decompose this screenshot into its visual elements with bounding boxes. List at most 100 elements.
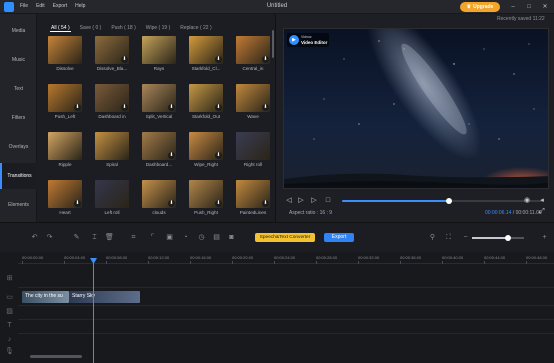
download-icon[interactable]: ⬇ [121, 56, 128, 63]
transition-thumbnail: ⬇ [189, 84, 223, 112]
transition-tile[interactable]: ⬇ clouds [142, 180, 176, 228]
transition-tile[interactable]: Dissolve [48, 36, 82, 84]
freeze-icon[interactable]: ▤ [212, 233, 221, 242]
library-tab[interactable]: Push ( 18 ) [110, 24, 136, 32]
transition-tile[interactable]: ⬇ Wipe_Right [189, 132, 223, 180]
zoom-slider-fill [472, 237, 509, 239]
record-voice-icon[interactable]: ◙ [227, 233, 236, 242]
transition-thumbnail: ⬇ [189, 180, 223, 208]
download-icon[interactable]: ⬇ [168, 152, 175, 159]
sidebar-item-transitions[interactable]: Transitions [0, 163, 37, 189]
transition-tile[interactable]: ⬇ Wave [236, 84, 270, 132]
transition-tile[interactable]: Left roll [95, 180, 129, 228]
crop-frame-icon[interactable]: ⌜ [148, 233, 157, 242]
library-tab[interactable]: Wipe ( 19 ) [145, 24, 171, 32]
mosaic-icon[interactable]: ▣ [165, 233, 174, 242]
video-clip[interactable]: The city in the su [22, 291, 69, 303]
fullscreen-icon[interactable]: ⤢ [538, 208, 546, 216]
duration-icon[interactable]: ◷ [197, 233, 206, 242]
download-icon[interactable]: ⬇ [215, 104, 222, 111]
download-icon[interactable]: ⬇ [121, 104, 128, 111]
timeline-scrollbar[interactable] [30, 355, 82, 358]
speech-text-converter-button[interactable]: Speech&Text Converter [255, 233, 315, 242]
play-icon[interactable]: ▷ [297, 197, 305, 205]
transition-tile[interactable]: ⬇ Split_Vertical [142, 84, 176, 132]
split-icon[interactable]: ⌶ [90, 233, 99, 242]
zoom-in-icon[interactable]: + [540, 233, 549, 242]
sidebar-item-elements[interactable]: Elements [0, 192, 37, 218]
transition-tile[interactable]: Rays [142, 36, 176, 84]
transition-tile[interactable]: ⬇ Starkfold_Cl... [189, 36, 223, 84]
playback-progress-knob[interactable] [446, 198, 453, 204]
transition-tile[interactable]: ⬇ Dissolve_Bla... [95, 36, 129, 84]
transition-thumbnail: ⬇ [236, 180, 270, 208]
volume-icon[interactable]: ◂ [538, 197, 546, 205]
sidebar-item-overlays[interactable]: Overlays [0, 134, 37, 160]
download-icon[interactable]: ⬇ [262, 56, 269, 63]
sidebar-item-label: Media [11, 28, 26, 34]
next-frame-icon[interactable]: ▷ [310, 197, 318, 205]
download-icon[interactable]: ⬇ [74, 200, 81, 207]
transition-tile[interactable]: ⬇ Push_Left [48, 84, 82, 132]
playhead-line[interactable] [93, 259, 94, 363]
sidebar-item-filters[interactable]: Filters [0, 105, 37, 131]
marker-icon[interactable]: ⚲ [428, 233, 437, 242]
download-icon[interactable]: ⬇ [262, 200, 269, 207]
undo-icon[interactable]: ↶ [30, 233, 39, 242]
crop-icon[interactable]: ⌗ [129, 233, 138, 242]
sidebar-item-text[interactable]: Text [0, 76, 37, 102]
close-icon[interactable]: ✕ [540, 2, 550, 12]
library-tab[interactable]: Save ( 0 ) [79, 24, 103, 32]
zoom-out-icon[interactable]: − [461, 233, 470, 242]
transition-tile[interactable]: ⬇ Starkfold_Out [189, 84, 223, 132]
download-icon[interactable]: ⬇ [74, 104, 81, 111]
maximize-icon[interactable]: □ [524, 2, 534, 12]
download-icon[interactable]: ⬇ [168, 200, 175, 207]
delete-icon[interactable]: 🗑 [105, 233, 114, 242]
transition-tile[interactable]: ⬇ Dashboard... [142, 132, 176, 180]
transition-tile[interactable]: Ripple [48, 132, 82, 180]
library-scrollbar[interactable] [272, 30, 274, 58]
download-icon[interactable]: ⬇ [215, 200, 222, 207]
transition-tile[interactable]: ⬇ Dashboard in [95, 84, 129, 132]
download-icon[interactable]: ⬇ [168, 104, 175, 111]
upgrade-button[interactable]: ♛ Upgrade [460, 2, 500, 12]
transition-tile[interactable]: ⬇ PaintedLines [236, 180, 270, 228]
previous-frame-icon[interactable]: ◁ [285, 197, 293, 205]
transition-thumbnail: ⬇ [189, 36, 223, 64]
download-icon[interactable]: ⬇ [215, 152, 222, 159]
track-divider [18, 319, 554, 320]
clip-label: Starry Sky [72, 293, 96, 299]
audio-track-icon: ♪ [7, 336, 12, 343]
add-track-icon[interactable]: ⊞ [5, 274, 14, 283]
transition-tile[interactable]: ⬇ Heart [48, 180, 82, 228]
download-icon[interactable]: ⬇ [215, 56, 222, 63]
library-tab[interactable]: Replace ( 22 ) [179, 24, 212, 32]
transition-label: Dashboard in [98, 114, 126, 119]
timeline-ruler[interactable]: 00:00:00.00 00:00:04.00 00:00:08.00 00:00:1… [18, 252, 554, 264]
library-tab[interactable]: All ( 54 ) [50, 24, 71, 32]
edit-icon[interactable]: ✎ [72, 233, 81, 242]
stop-icon[interactable]: □ [324, 197, 332, 205]
sidebar-item-label: Overlays [8, 144, 29, 150]
minimize-icon[interactable]: – [508, 2, 518, 12]
sidebar-item-music[interactable]: Music [0, 47, 37, 73]
transition-tile[interactable]: ⬇ Push_Right [189, 180, 223, 228]
transition-label: PaintedLines [239, 210, 267, 215]
crown-icon: ♛ [466, 4, 472, 10]
ruler-tick-label: 00:00:08.00 [106, 255, 128, 260]
transition-thumbnail: ⬇ [48, 180, 82, 208]
transition-thumbnail [95, 180, 129, 208]
fit-timeline-icon[interactable]: ⛶ [444, 233, 453, 242]
snapshot-icon[interactable]: ◉ [523, 197, 531, 205]
video-clip[interactable]: Starry Sky [69, 291, 140, 303]
transition-tile[interactable]: ⬇ Central_in [236, 36, 270, 84]
export-button[interactable]: Export [324, 233, 354, 242]
sidebar-item-media[interactable]: Media [0, 18, 37, 44]
transition-tile[interactable]: Right roll [236, 132, 270, 180]
speed-icon[interactable]: ◔ [181, 233, 190, 242]
transition-tile[interactable]: Spiral [95, 132, 129, 180]
download-icon[interactable]: ⬇ [262, 104, 269, 111]
transition-label: Central_in [242, 66, 264, 71]
redo-icon[interactable]: ↷ [45, 233, 54, 242]
